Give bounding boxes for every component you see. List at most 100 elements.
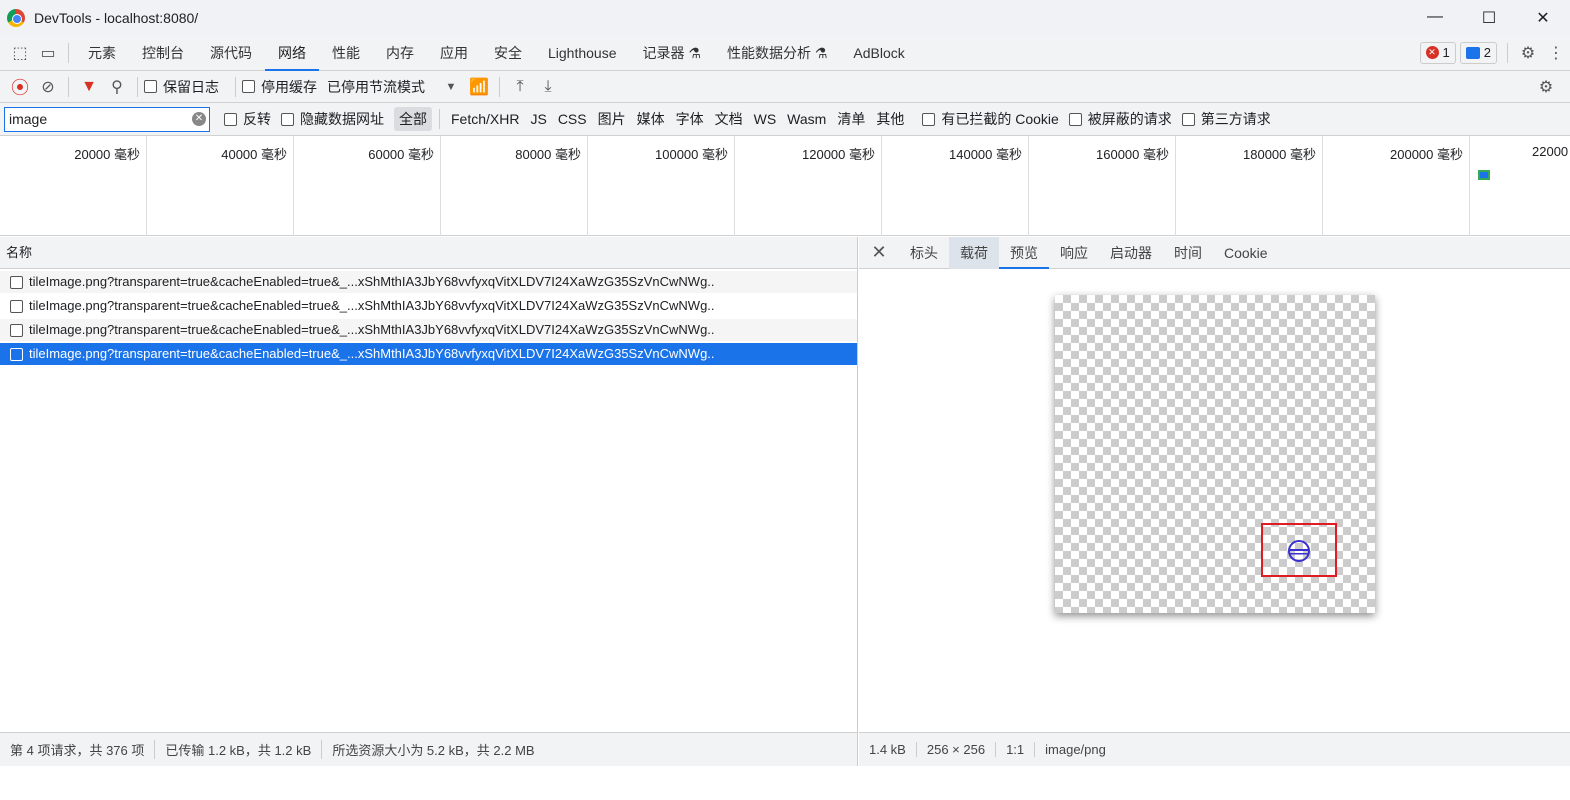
- detail-tab-2[interactable]: 预览: [999, 237, 1049, 269]
- device-toolbar-icon[interactable]: ▭: [34, 43, 62, 63]
- status-bar: 第 4 项请求，共 376 项已传输 1.2 kB，共 1.2 kB 所选资源大小…: [0, 732, 857, 766]
- request-name: tileImage.png?transparent=true&cacheEnab…: [29, 274, 715, 289]
- row-checkbox[interactable]: [10, 347, 23, 361]
- detail-tab-6[interactable]: Cookie: [1213, 237, 1279, 269]
- timeline-tick: 80000 毫秒: [441, 136, 588, 236]
- minimize-button[interactable]: —: [1408, 8, 1462, 28]
- network-settings-gear-icon[interactable]: ⚙: [1532, 77, 1560, 97]
- third-party-checkbox[interactable]: 第三方请求: [1181, 109, 1271, 129]
- blocked-requests-label: 被屏蔽的请求: [1087, 111, 1172, 127]
- status-text: 第 4 项请求，共 376 项: [0, 740, 156, 759]
- error-badge[interactable]: ✕ 1: [1419, 41, 1456, 64]
- name-column-header[interactable]: 名称: [0, 237, 857, 269]
- tab-6[interactable]: 应用: [427, 35, 481, 71]
- close-window-button[interactable]: ✕: [1516, 8, 1570, 28]
- map-marker-icon: [1288, 540, 1310, 562]
- filter-type-5[interactable]: 媒体: [632, 107, 670, 131]
- detail-tab-4[interactable]: 启动器: [1099, 237, 1163, 269]
- detail-tab-3[interactable]: 响应: [1049, 237, 1099, 269]
- throttling-select[interactable]: 已停用节流模式: [327, 77, 425, 97]
- maximize-button[interactable]: ☐: [1462, 8, 1516, 28]
- inspect-element-icon[interactable]: ⬚: [6, 43, 34, 63]
- status-text: 已传输 1.2 kB，共 1.2 kB: [155, 740, 323, 759]
- network-conditions-icon[interactable]: 📶: [465, 77, 493, 97]
- clear-input-icon[interactable]: ✕: [192, 112, 206, 126]
- image-info: 1.4 kB: [859, 742, 917, 757]
- status-text: 所选资源大小为 5.2 kB，共 2.2 MB: [332, 743, 535, 758]
- message-icon: [1465, 46, 1480, 59]
- tab-7[interactable]: 安全: [481, 35, 535, 71]
- filter-type-4[interactable]: 图片: [593, 107, 631, 131]
- divider: [499, 76, 500, 97]
- filter-input-value: image: [9, 111, 48, 127]
- blocked-requests-checkbox[interactable]: 被屏蔽的请求: [1068, 109, 1172, 129]
- request-name: tileImage.png?transparent=true&cacheEnab…: [29, 298, 715, 313]
- search-icon[interactable]: ⚲: [103, 77, 131, 97]
- image-info: 1:1: [996, 742, 1036, 757]
- divider: [1507, 42, 1508, 63]
- hide-data-urls-checkbox[interactable]: 隐藏数据网址: [281, 109, 384, 129]
- detail-tab-5[interactable]: 时间: [1163, 237, 1213, 269]
- filter-icon[interactable]: ▼: [75, 78, 103, 96]
- tab-2[interactable]: 源代码: [197, 35, 265, 71]
- panel-tabs: ⬚ ▭ 元素 控制台 源代码 网络 性能 内存 应用 安全 Lighthouse 记录器 ⚗ 性能数…: [0, 35, 1570, 71]
- tab-5[interactable]: 内存: [373, 35, 427, 71]
- divider: [235, 76, 236, 97]
- blocked-cookies-checkbox[interactable]: 有已拦截的 Cookie: [922, 109, 1059, 129]
- filter-type-0[interactable]: 全部: [394, 107, 432, 131]
- image-info-bar: 1.4 kB 256 × 256 1:1 image/png: [859, 732, 1570, 766]
- request-row[interactable]: tileImage.png?transparent=true&cacheEnab…: [0, 295, 857, 317]
- request-name: tileImage.png?transparent=true&cacheEnab…: [29, 346, 715, 361]
- record-stop-icon[interactable]: ⦿: [6, 74, 34, 100]
- message-count: 2: [1483, 44, 1491, 60]
- filter-input[interactable]: image ✕: [4, 106, 210, 132]
- tab-10[interactable]: 性能数据分析 ⚗: [714, 35, 840, 71]
- filter-type-9[interactable]: Wasm: [782, 109, 831, 129]
- row-checkbox[interactable]: [10, 323, 23, 337]
- filter-type-10[interactable]: 清单: [832, 107, 870, 131]
- tab-1[interactable]: 控制台: [129, 35, 197, 71]
- detail-tab-1[interactable]: 载荷: [949, 236, 999, 269]
- invert-checkbox[interactable]: 反转: [224, 109, 271, 129]
- clear-icon[interactable]: ⊘: [34, 77, 62, 97]
- filter-type-2[interactable]: JS: [525, 109, 551, 129]
- upload-icon[interactable]: ⤒: [506, 78, 534, 96]
- filter-type-1[interactable]: Fetch/XHR: [446, 109, 524, 129]
- invert-label: 反转: [243, 111, 271, 127]
- download-icon[interactable]: ⤓: [534, 78, 562, 96]
- request-row[interactable]: tileImage.png?transparent=true&cacheEnab…: [0, 271, 857, 293]
- filter-type-7[interactable]: 文档: [710, 107, 748, 131]
- divider: [68, 42, 69, 63]
- timeline-tick: 40000 毫秒: [147, 136, 294, 236]
- detail-pane: ✕ 标头 载荷 预览 响应 启动器 时间 Cookie 1.4 kB 256 × 256 1:1…: [859, 236, 1570, 766]
- close-icon[interactable]: ✕: [859, 242, 899, 263]
- more-options-icon[interactable]: ⋮: [1542, 43, 1570, 63]
- tab-11[interactable]: AdBlock: [840, 35, 917, 71]
- image-info: 256 × 256: [917, 742, 997, 757]
- request-row[interactable]: tileImage.png?transparent=true&cacheEnab…: [0, 319, 857, 341]
- timeline-tick: 100000 毫秒: [588, 136, 735, 236]
- tab-8[interactable]: Lighthouse: [535, 35, 630, 71]
- tab-9[interactable]: 记录器 ⚗: [630, 35, 714, 71]
- preserve-log-checkbox[interactable]: 保留日志: [144, 77, 219, 97]
- message-badge[interactable]: 2: [1459, 41, 1497, 64]
- filter-type-8[interactable]: WS: [749, 109, 782, 129]
- request-row[interactable]: tileImage.png?transparent=true&cacheEnab…: [0, 343, 857, 365]
- row-checkbox[interactable]: [10, 275, 23, 289]
- filter-type-6[interactable]: 字体: [671, 107, 709, 131]
- highlight-box: [1261, 523, 1337, 577]
- chevron-down-icon[interactable]: ▼: [437, 81, 465, 93]
- detail-tab-0[interactable]: 标头: [899, 237, 949, 269]
- overview-timeline[interactable]: 20000 毫秒 40000 毫秒 60000 毫秒 80000 毫秒 100000 毫…: [0, 136, 1570, 236]
- tab-4[interactable]: 性能: [319, 35, 373, 71]
- filter-type-11[interactable]: 其他: [871, 107, 909, 131]
- gear-icon[interactable]: ⚙: [1514, 43, 1542, 63]
- tab-3[interactable]: 网络: [265, 35, 319, 71]
- tab-0[interactable]: 元素: [75, 35, 129, 71]
- disable-cache-checkbox[interactable]: 停用缓存: [242, 77, 317, 97]
- timeline-tick: 140000 毫秒: [882, 136, 1029, 236]
- request-list: 名称 tileImage.png?transparent=true&cacheE…: [0, 237, 858, 766]
- row-checkbox[interactable]: [10, 299, 23, 313]
- window-title: DevTools - localhost:8080/: [34, 9, 199, 26]
- filter-type-3[interactable]: CSS: [553, 109, 592, 129]
